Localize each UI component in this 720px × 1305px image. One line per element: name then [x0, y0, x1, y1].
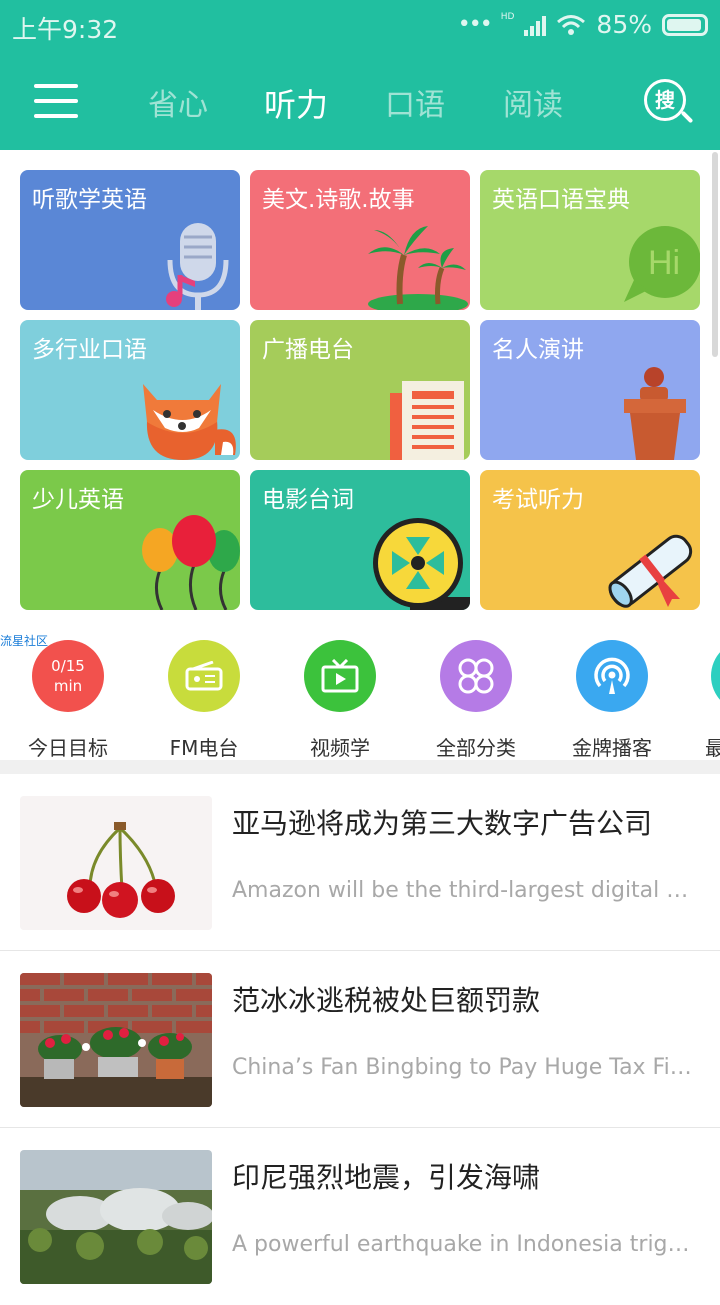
category-label: 美文.诗歌.故事 [262, 187, 415, 213]
shortcut-daily-goal[interactable]: 0/15 min 今日目标 [3, 640, 133, 761]
category-label: 名人演讲 [492, 337, 584, 363]
app-header: 上午9:32 ••• HD 85% 省心 听力 口语 阅读 搜 [0, 0, 720, 150]
scrollbar[interactable] [712, 152, 718, 357]
article-title: 印尼强烈地震，引发海啸 [232, 1161, 541, 1194]
category-tile-industry[interactable]: 多行业口语 [20, 320, 240, 460]
tv-icon [304, 640, 376, 712]
grid-clover-icon [440, 640, 512, 712]
article-subtitle: Amazon will be the third-largest digital… [232, 878, 697, 903]
article-item[interactable]: 亚马逊将成为第三大数字广告公司 Amazon will be the third… [0, 774, 720, 951]
status-bar: 上午9:32 ••• HD 85% [0, 0, 720, 50]
category-tile-radio[interactable]: 广播电台 [250, 320, 470, 460]
category-tile-speaking[interactable]: 英语口语宝典 Hi [480, 170, 700, 310]
speech-bubble-hi-icon: Hi [624, 226, 700, 302]
category-label: 广播电台 [262, 337, 354, 363]
palm-tree-icon [368, 226, 468, 310]
shortcut-podcast[interactable]: 金牌播客 [547, 640, 677, 761]
category-label: 听歌学英语 [32, 187, 147, 213]
article-subtitle: A powerful earthquake in Indonesia trigg… [232, 1232, 697, 1257]
shortcut-label: 全部分类 [436, 736, 516, 760]
shortcut-fm-radio[interactable]: FM电台 [139, 640, 269, 761]
network-type: HD [500, 11, 515, 22]
shortcut-label: 金牌播客 [572, 736, 652, 760]
category-tile-kids[interactable]: 少儿英语 [20, 470, 240, 610]
balloons-icon [142, 515, 240, 610]
shortcut-more[interactable]: 最 [683, 640, 720, 761]
category-label: 多行业口语 [32, 337, 147, 363]
tab-tingli[interactable]: 听力 [264, 80, 328, 126]
battery-percent: 85% [596, 10, 652, 39]
battery-icon [662, 13, 708, 36]
article-title: 亚马逊将成为第三大数字广告公司 [232, 807, 653, 840]
shortcut-label: FM电台 [169, 736, 239, 760]
category-tile-songs[interactable]: 听歌学英语 [20, 170, 240, 310]
shortcut-video[interactable]: 视频学 [275, 640, 405, 761]
flower-pots-image [20, 973, 212, 1107]
tab-shengxin[interactable]: 省心 [148, 80, 208, 124]
search-icon: 搜 [644, 79, 686, 121]
podcast-icon [576, 640, 648, 712]
wifi-icon [557, 14, 586, 35]
microphone-music-icon [166, 223, 229, 310]
more-icon [711, 640, 720, 712]
search-button[interactable]: 搜 [644, 79, 694, 127]
shortcut-row: 0/15 min 今日目标 FM电台 视频学 全部分类 金牌播客 最 [0, 630, 720, 761]
category-label: 英语口语宝典 [492, 187, 630, 213]
status-icons: ••• HD 85% [458, 10, 708, 39]
diploma-icon [608, 534, 693, 608]
category-label: 考试听力 [492, 487, 584, 513]
category-tile-speeches[interactable]: 名人演讲 [480, 320, 700, 460]
domes-landscape-image [20, 1150, 212, 1284]
shortcut-label: 最 [705, 736, 720, 760]
tab-yuedu[interactable]: 阅读 [503, 80, 563, 124]
category-tile-poetry[interactable]: 美文.诗歌.故事 [250, 170, 470, 310]
article-item[interactable]: 印尼强烈地震，引发海啸 A powerful earthquake in Ind… [0, 1128, 720, 1305]
category-label: 少儿英语 [32, 487, 124, 513]
podium-icon [624, 367, 686, 460]
goal-progress-icon: 0/15 min [32, 640, 104, 712]
shortcut-label: 今日目标 [28, 736, 108, 760]
article-subtitle: China’s Fan Bingbing to Pay Huge Tax Fin… [232, 1055, 697, 1080]
top-nav: 省心 听力 口语 阅读 搜 [0, 62, 720, 142]
fox-icon [143, 384, 236, 460]
section-divider [0, 760, 720, 774]
tab-kouyu[interactable]: 口语 [385, 80, 445, 124]
status-time: 上午9:32 [12, 15, 119, 44]
more-dots-icon: ••• [457, 12, 493, 37]
newspaper-icon [390, 381, 464, 460]
svg-text:Hi: Hi [648, 244, 680, 282]
shortcut-all-categories[interactable]: 全部分类 [411, 640, 541, 761]
radio-icon [168, 640, 240, 712]
category-tile-movies[interactable]: 电影台词 [250, 470, 470, 610]
article-item[interactable]: 范冰冰逃税被处巨额罚款 China’s Fan Bingbing to Pay … [0, 951, 720, 1128]
category-tile-exam[interactable]: 考试听力 [480, 470, 700, 610]
cherries-image [20, 796, 212, 930]
film-reel-icon [373, 518, 470, 610]
article-title: 范冰冰逃税被处巨额罚款 [232, 984, 541, 1017]
category-label: 电影台词 [262, 487, 354, 513]
hamburger-menu-icon[interactable] [34, 84, 78, 118]
signal-icon [524, 14, 547, 36]
shortcut-label: 视频学 [310, 736, 370, 760]
